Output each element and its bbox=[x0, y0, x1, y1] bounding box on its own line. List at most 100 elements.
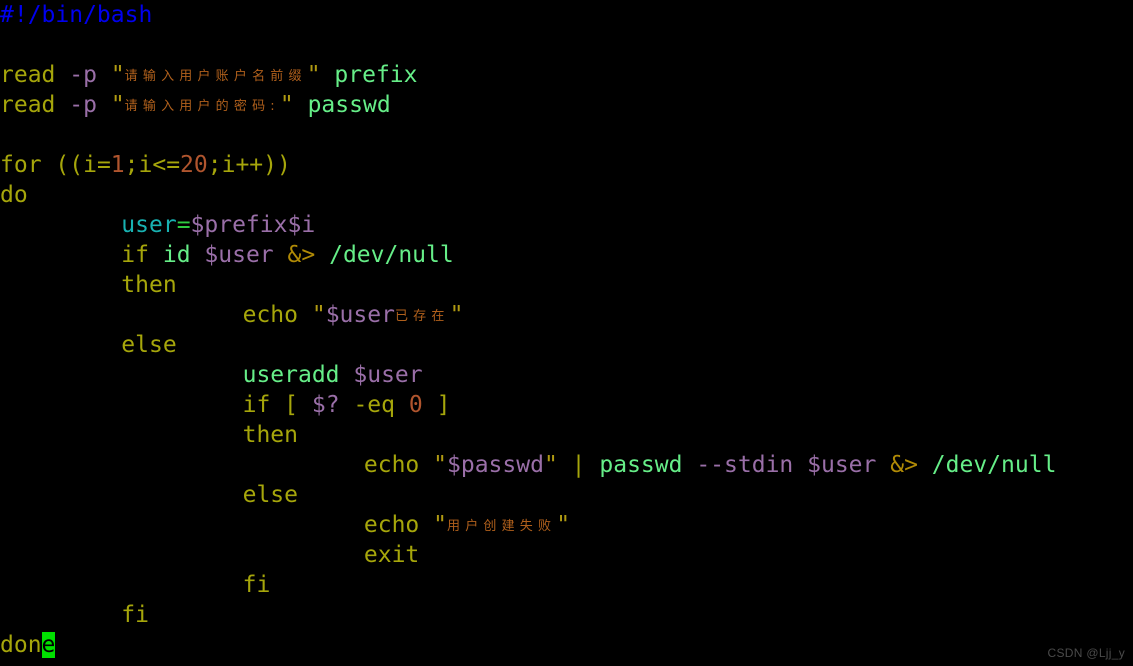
keyword-token: do bbox=[0, 182, 28, 208]
code-line[interactable]: for ((i=1;i<=20;i++)) bbox=[0, 150, 1133, 180]
paren-token: ;i++)) bbox=[207, 152, 291, 178]
vim-editor-window[interactable]: #!/bin/bash read -p "请输入用户账户名前缀" prefix r… bbox=[0, 0, 1133, 666]
op-token: ] bbox=[436, 392, 451, 418]
code-line[interactable]: if id $user &> /dev/null bbox=[0, 240, 1133, 270]
quote-token: " bbox=[433, 512, 447, 538]
pipe-token: | bbox=[571, 452, 586, 478]
code-line[interactable]: read -p "请输入用户账户名前缀" prefix bbox=[0, 60, 1133, 90]
paren-token: ;i<= bbox=[124, 152, 181, 178]
csdn-watermark: CSDN @Ljj_y bbox=[1047, 646, 1125, 660]
var-token: $passwd bbox=[447, 452, 544, 478]
var-token: $user bbox=[353, 362, 423, 388]
code-line[interactable]: user=$prefix$i bbox=[0, 210, 1133, 240]
cjk-string-token: 用户创建失败 bbox=[447, 519, 557, 534]
keyword-token: for bbox=[0, 152, 42, 178]
equals-token: = bbox=[176, 212, 191, 238]
keyword-token: echo bbox=[363, 512, 420, 538]
flag-token: --stdin bbox=[696, 452, 794, 478]
code-line[interactable]: fi bbox=[0, 570, 1133, 600]
keyword-token: fi bbox=[242, 572, 271, 598]
quote-token: " bbox=[556, 512, 571, 538]
code-text-area[interactable]: #!/bin/bash read -p "请输入用户账户名前缀" prefix r… bbox=[0, 0, 1133, 660]
keyword-token: read bbox=[0, 62, 56, 88]
var-token: $prefix$i bbox=[190, 212, 316, 238]
op-token: -eq bbox=[353, 392, 395, 418]
var-token: $? bbox=[311, 392, 340, 418]
assignvar-token: user bbox=[121, 212, 177, 238]
code-line[interactable]: useradd $user bbox=[0, 360, 1133, 390]
quote-token: " bbox=[306, 62, 321, 88]
command-token: passwd bbox=[307, 92, 391, 118]
keyword-token: if bbox=[121, 242, 149, 268]
number-token: 20 bbox=[180, 152, 208, 178]
keyword-token: echo bbox=[363, 452, 420, 478]
code-line[interactable]: echo "$user已存在" bbox=[0, 300, 1133, 330]
code-line[interactable]: echo "$passwd" | passwd --stdin $user &>… bbox=[0, 450, 1133, 480]
number-token: 1 bbox=[110, 152, 125, 178]
keyword-token: then bbox=[121, 272, 177, 298]
quote-token: " bbox=[449, 302, 464, 328]
code-line[interactable]: if [ $? -eq 0 ] bbox=[0, 390, 1133, 420]
quote-token: " bbox=[433, 452, 447, 478]
keyword-token: read bbox=[0, 92, 56, 118]
command-token: /dev/null bbox=[931, 452, 1057, 478]
code-line[interactable]: read -p "请输入用户的密码:" passwd bbox=[0, 90, 1133, 120]
quote-token: " bbox=[110, 92, 125, 118]
keyword-token: then bbox=[242, 422, 298, 448]
command-token: useradd bbox=[242, 362, 340, 388]
code-line[interactable]: #!/bin/bash bbox=[0, 0, 1133, 30]
command-token: id bbox=[162, 242, 191, 268]
quote-token: " bbox=[279, 92, 294, 118]
number-token: 0 bbox=[408, 392, 423, 418]
keyword-token: don bbox=[0, 632, 42, 658]
cjk-string-token: 请输入用户账户名前缀 bbox=[124, 69, 307, 84]
var-token: $user bbox=[807, 452, 877, 478]
code-line[interactable]: then bbox=[0, 420, 1133, 450]
code-line[interactable]: do bbox=[0, 180, 1133, 210]
quote-token: " bbox=[110, 62, 125, 88]
code-line[interactable]: done bbox=[0, 630, 1133, 660]
code-line[interactable]: else bbox=[0, 480, 1133, 510]
var-token: $user bbox=[204, 242, 274, 268]
keyword-token: echo bbox=[242, 302, 298, 328]
var-token: $user bbox=[325, 302, 395, 328]
quote-token: " bbox=[543, 452, 558, 478]
paren-token: ((i= bbox=[55, 152, 111, 178]
code-line[interactable] bbox=[0, 120, 1133, 150]
command-token: /dev/null bbox=[329, 242, 454, 268]
command-token: passwd bbox=[599, 452, 683, 478]
flag-token: -p bbox=[69, 92, 97, 118]
command-token: prefix bbox=[334, 62, 418, 88]
code-line[interactable]: then bbox=[0, 270, 1133, 300]
code-line[interactable] bbox=[0, 30, 1133, 60]
keyword-token: exit bbox=[363, 542, 420, 568]
code-line[interactable]: fi bbox=[0, 600, 1133, 630]
code-line[interactable]: else bbox=[0, 330, 1133, 360]
code-line[interactable]: exit bbox=[0, 540, 1133, 570]
keyword-token: fi bbox=[121, 602, 149, 628]
code-line[interactable]: echo "用户创建失败" bbox=[0, 510, 1133, 540]
cjk-string-token: 已存在 bbox=[394, 309, 450, 324]
flag-token: -p bbox=[69, 62, 97, 88]
text-cursor: e bbox=[41, 632, 56, 658]
